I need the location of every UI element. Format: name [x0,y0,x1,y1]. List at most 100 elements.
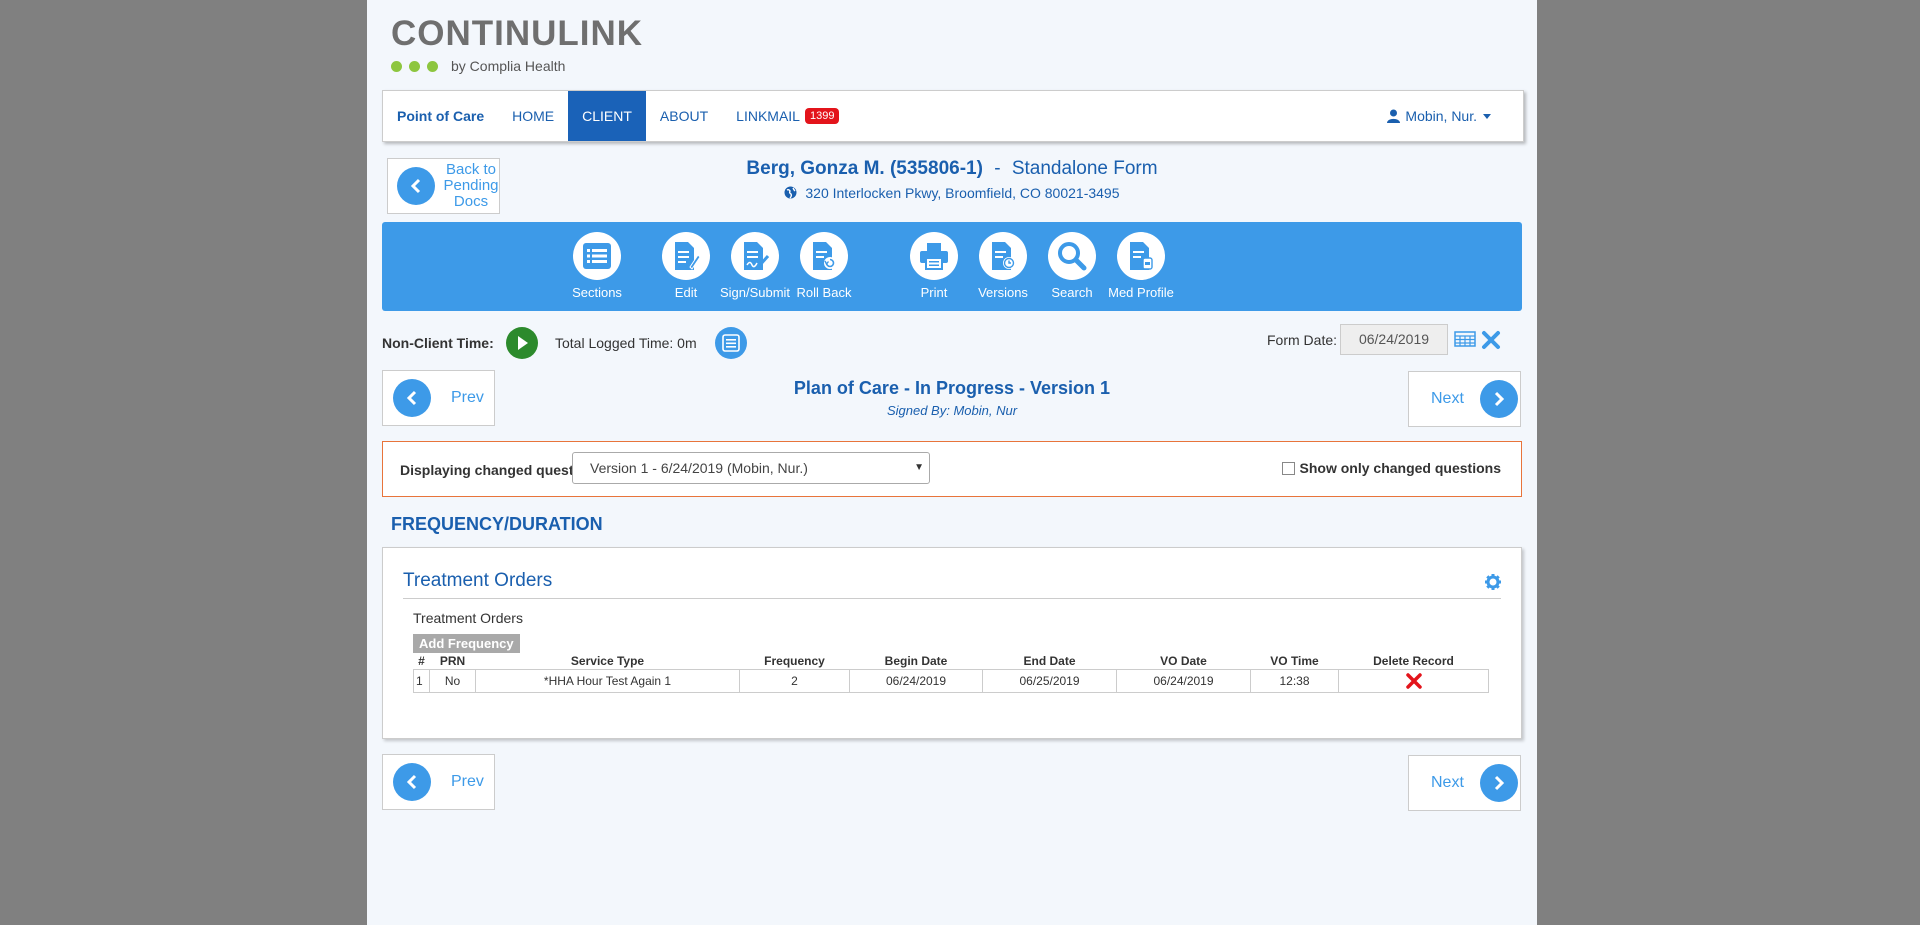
action-toolbar: Sections Edit Sign/Submit Roll Back Prin… [382,222,1522,311]
document-title: Plan of Care - In Progress - Version 1 [367,378,1537,399]
sections-icon [573,232,621,280]
roll-back-button[interactable]: Roll Back [784,232,864,300]
logo-dot [427,60,438,72]
list-icon [722,334,740,352]
nav-item-client[interactable]: CLIENT [568,91,646,141]
start-timer-button[interactable] [506,327,538,359]
cell-frequency: 2 [739,669,850,693]
non-client-time-label: Non-Client Time: [382,335,494,351]
delete-record-icon[interactable] [1405,673,1422,689]
linkmail-count-badge: 1399 [804,108,840,124]
column-header: VO Time [1270,654,1319,668]
versions-icon [979,232,1027,280]
calendar-icon[interactable] [1454,331,1476,352]
column-header: End Date [1023,654,1076,668]
edit-label: Edit [674,285,698,300]
print-icon [910,232,958,280]
form-date-label: Form Date: [1267,332,1338,348]
panel-title: Treatment Orders [403,570,553,591]
top-navbar: Point of Care HOME CLIENT ABOUT LINKMAIL… [382,90,1524,142]
column-header: VO Date [1160,654,1207,668]
logo-tagline: by Complia Health [451,58,566,74]
document-name: Plan of Care [793,378,899,398]
edit-button[interactable]: Edit [646,232,726,300]
panel-divider [403,598,1501,599]
table-row[interactable]: 1 No *HHA Hour Test Again 1 2 06/24/2019… [413,669,1489,693]
treatment-orders-label: Treatment Orders [413,610,523,626]
show-only-changed-toggle[interactable]: Show only changed questions [1281,460,1501,476]
nav-item-home[interactable]: HOME [498,91,568,141]
cell-service-type: *HHA Hour Test Again 1 [475,669,740,693]
column-header: PRN [439,654,466,668]
caret-down-icon [1483,113,1491,119]
treatment-orders-panel: Treatment Orders Treatment Orders Add Fr… [382,547,1522,739]
total-logged-time: Total Logged Time: 0m [555,335,697,351]
client-address: 320 Interlocken Pkwy, Broomfield, CO 800… [805,185,1120,201]
signed-by: Signed By: Mobin, Nur [886,403,1018,418]
continulink-logo: CONTINULINK by Complia Health [391,16,643,74]
cell-prn: No [429,669,476,693]
clear-date-icon[interactable] [1481,330,1501,355]
med-profile-button[interactable]: Med Profile [1101,232,1181,300]
client-header: Berg, Gonza M. (535806-1) - Standalone F… [367,158,1537,180]
prev-button-bottom[interactable]: Prev [382,754,495,810]
sign-submit-label: Sign/Submit [719,285,791,300]
globe-icon [784,186,797,199]
sections-label: Sections [572,285,622,300]
search-button[interactable]: Search [1032,232,1112,300]
form-date-field[interactable]: 06/24/2019 [1340,324,1448,355]
cell-number: 1 [413,669,430,693]
user-name: Mobin, Nur. [1405,108,1477,124]
document-status: - In Progress [903,378,1014,398]
user-menu[interactable]: Mobin, Nur. [1387,108,1491,124]
dropdown-arrow-icon: ▼ [914,462,924,473]
roll-back-label: Roll Back [796,285,852,300]
gear-icon[interactable] [1485,574,1501,595]
logo-subline: by Complia Health [391,58,643,74]
column-header: Delete Record [1373,654,1454,668]
next-button-bottom[interactable]: Next [1408,755,1521,811]
column-header: Frequency [764,654,825,668]
treatment-orders-table: # PRN Service Type Frequency Begin Date … [413,653,1489,693]
versions-label: Versions [978,285,1028,300]
sign-submit-button[interactable]: Sign/Submit [715,232,795,300]
header-separator: - [994,158,1001,179]
logo-dot [391,60,402,72]
time-log-button[interactable] [715,327,747,359]
add-frequency-button[interactable]: Add Frequency [413,634,520,653]
print-label: Print [920,285,948,300]
med-profile-icon [1117,232,1165,280]
chevron-left-icon [393,763,431,801]
show-only-changed-checkbox[interactable] [1281,461,1295,475]
show-only-changed-label: Show only changed questions [1299,460,1501,476]
cell-begin-date: 06/24/2019 [849,669,983,693]
sections-button[interactable]: Sections [557,232,637,300]
client-name: Berg, Gonza M. (535806-1) [746,158,983,179]
logo-dot [409,60,420,72]
roll-back-icon [800,232,848,280]
edit-icon [662,232,710,280]
next-label: Next [1431,774,1464,791]
page: CONTINULINK by Complia Health Point of C… [367,0,1537,925]
changed-questions-bar: Displaying changed questions in: Version… [382,441,1522,497]
print-button[interactable]: Print [894,232,974,300]
sign-submit-icon [731,232,779,280]
cell-vo-date: 06/24/2019 [1116,669,1251,693]
chevron-right-icon [1479,764,1518,802]
nav-item-linkmail[interactable]: LINKMAIL 1399 [722,91,853,141]
cell-delete-record [1338,669,1489,693]
prev-label: Prev [451,773,484,790]
table-header-row: # PRN Service Type Frequency Begin Date … [414,653,1489,670]
column-header: Service Type [570,654,645,668]
column-header: Begin Date [884,654,948,668]
nav-brand-point-of-care[interactable]: Point of Care [383,91,498,141]
med-profile-label: Med Profile [1108,285,1174,300]
versions-button[interactable]: Versions [963,232,1043,300]
version-select[interactable]: Version 1 - 6/24/2019 (Mobin, Nur.) ▼ [572,452,930,484]
form-type: Standalone Form [1011,158,1158,179]
search-icon [1048,232,1096,280]
user-icon [1387,109,1401,123]
cell-vo-time: 12:38 [1250,669,1339,693]
nav-item-about[interactable]: ABOUT [646,91,722,141]
search-label: Search [1051,285,1093,300]
